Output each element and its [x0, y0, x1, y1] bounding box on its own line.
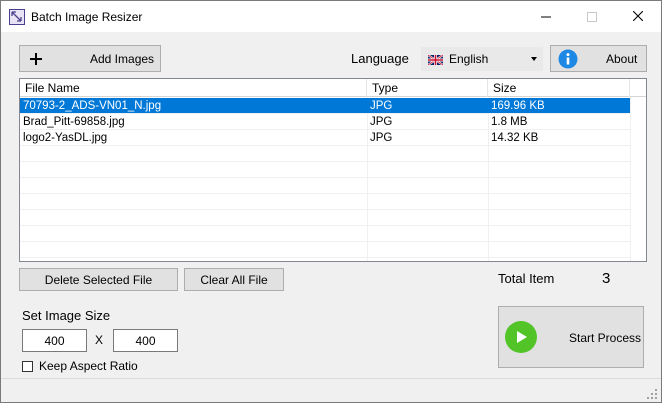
status-bar [1, 378, 661, 402]
table-row[interactable]: 70793-2_ADS-VN01_N.jpg JPG 169.96 KB [20, 98, 630, 114]
total-item-label: Total Item [498, 271, 555, 286]
minimize-button[interactable] [523, 1, 569, 32]
maximize-button[interactable] [569, 1, 615, 32]
file-size-cell: 14.32 KB [491, 132, 539, 144]
delete-selected-button[interactable]: Delete Selected File [19, 268, 178, 291]
language-value: English [449, 52, 489, 66]
close-button[interactable] [615, 1, 661, 32]
total-item-value: 3 [602, 270, 611, 287]
about-button[interactable]: About [550, 45, 647, 72]
start-process-label: Start Process [569, 331, 642, 345]
uk-flag-icon [427, 54, 444, 66]
column-header-size[interactable]: Size [488, 79, 630, 97]
file-table[interactable]: File Name Type Size 70793-2_ADS-VN01_N.j… [19, 78, 647, 262]
file-name-cell: 70793-2_ADS-VN01_N.jpg [23, 100, 162, 112]
image-size-label: Set Image Size [22, 308, 111, 323]
keep-aspect-ratio-label[interactable]: Keep Aspect Ratio [39, 359, 138, 373]
file-name-cell: Brad_Pitt-69858.jpg [23, 116, 125, 128]
close-icon [632, 10, 644, 24]
table-row[interactable]: Brad_Pitt-69858.jpg JPG 1.8 MB [20, 114, 630, 130]
keep-aspect-ratio-checkbox[interactable] [22, 361, 33, 372]
file-type-cell: JPG [370, 116, 393, 128]
column-header-type[interactable]: Type [367, 79, 488, 97]
table-header: File Name Type Size [20, 79, 646, 97]
width-input[interactable] [22, 329, 87, 352]
image-resize-icon [9, 9, 25, 25]
add-images-label: Add Images [90, 52, 155, 66]
clear-all-button[interactable]: Clear All File [184, 268, 284, 291]
window-title: Batch Image Resizer [31, 10, 143, 24]
language-select[interactable]: English [421, 47, 543, 71]
empty-row [20, 146, 630, 162]
file-size-cell: 169.96 KB [491, 100, 545, 112]
start-process-button[interactable]: Start Process [498, 306, 644, 368]
plus-icon [29, 52, 43, 69]
resize-grip-icon[interactable] [647, 388, 657, 399]
file-size-cell: 1.8 MB [491, 116, 528, 128]
empty-row [20, 178, 630, 194]
column-header-file-name[interactable]: File Name [20, 79, 367, 97]
empty-row [20, 226, 630, 242]
empty-row [20, 210, 630, 226]
about-label: About [606, 52, 638, 66]
app-window: Batch Image Resizer Add Images Language [0, 0, 662, 403]
table-row[interactable]: logo2-YasDL.jpg JPG 14.32 KB [20, 130, 630, 146]
empty-row [20, 242, 630, 258]
file-type-cell: JPG [370, 100, 393, 112]
file-type-cell: JPG [370, 132, 393, 144]
file-name-cell: logo2-YasDL.jpg [23, 132, 108, 144]
empty-row [20, 162, 630, 178]
title-bar: Batch Image Resizer [1, 1, 661, 32]
add-images-button[interactable]: Add Images [19, 45, 161, 72]
size-separator: X [95, 333, 104, 347]
height-input[interactable] [113, 329, 178, 352]
info-icon [558, 49, 578, 72]
language-label: Language [351, 51, 409, 66]
chevron-down-icon [531, 57, 537, 61]
empty-row [20, 194, 630, 210]
play-icon [505, 321, 537, 353]
